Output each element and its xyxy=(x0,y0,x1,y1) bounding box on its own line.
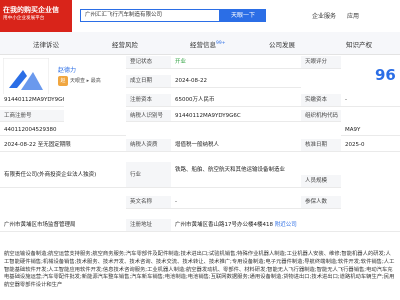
status-label: 登记状态 xyxy=(126,56,171,69)
nav-enterprise-service[interactable]: 企业服务 xyxy=(312,13,336,20)
brand-line1: 在我的购买企业信 xyxy=(3,6,59,14)
est-date-value: 2024-08-22 xyxy=(171,75,301,88)
staff-size-label: 人员规模 xyxy=(301,175,341,188)
reg-no-value: 440112004529380 xyxy=(0,124,126,136)
section-tabs: 法律诉讼 经营风险 经营信息99+ 公司发展 知识产权 xyxy=(0,32,400,55)
taxpayer-qual-value: 增值税一般纳税人 xyxy=(171,139,301,152)
org-code-label: 组织机构代码 xyxy=(301,110,341,122)
tab-label: 知识产权 xyxy=(346,41,372,49)
capital-label: 注册资本 xyxy=(126,94,171,107)
reg-no-label: 工商注册号 xyxy=(0,110,64,122)
org-code-value: MA9Y xyxy=(341,124,400,136)
approval-date-value: 2025-0 xyxy=(341,139,400,152)
nearby-companies-link[interactable]: 附近公司 xyxy=(275,222,297,228)
industry-value: 铁路、船舶、航空航天和其他运输设备制造业 xyxy=(171,162,301,188)
top-bar: 在我的购买企业信 用中小企业发展平台 广州汇汇飞行汽车制造有限公司 天眼一下 企… xyxy=(0,0,400,33)
paid-capital-value: - xyxy=(341,94,400,107)
brand-line2: 用中小企业发展平台 xyxy=(3,16,45,21)
taxpayer-qual-label: 纳税人资质 xyxy=(126,139,171,152)
score-label: 天眼评分 xyxy=(301,56,341,69)
search-input[interactable]: 广州汇汇飞行汽车制造有限公司 xyxy=(80,9,220,22)
search-button[interactable]: 天眼一下 xyxy=(220,9,266,22)
capital-value: 65000万人民币 xyxy=(171,94,301,107)
status-badge: 开业 xyxy=(171,56,301,69)
brand-logo[interactable]: 在我的购买企业信 用中小企业发展平台 xyxy=(0,0,72,32)
tab-label: 公司发展 xyxy=(269,41,295,49)
est-date-label: 成立日期 xyxy=(126,75,171,88)
legal-rep-name[interactable]: 赵德力 xyxy=(58,65,76,74)
tab-label: 经营风险 xyxy=(112,41,138,49)
tab-operation[interactable]: 经营信息99+ xyxy=(190,39,226,49)
rep-tag[interactable]: 天眼查 ▸ 最高 xyxy=(70,77,101,84)
avatar: 赵 xyxy=(58,76,68,86)
address-label: 注册地址 xyxy=(126,219,171,232)
insured-label: 参保人数 xyxy=(301,196,341,209)
address-value: 广州市黄埔区香山路17号办公楼4楼418 xyxy=(175,222,273,228)
english-name-value: - xyxy=(171,196,301,209)
score-value[interactable]: 96 xyxy=(375,66,396,84)
top-nav: 企业服务 应用 xyxy=(312,11,368,20)
tab-badge: 99+ xyxy=(216,40,226,46)
tab-risk[interactable]: 经营风险 xyxy=(112,39,138,49)
tab-ip[interactable]: 知识产权 xyxy=(346,39,372,49)
tab-label: 法律诉讼 xyxy=(33,41,59,49)
english-name-label: 英文名称 xyxy=(126,196,171,209)
tab-label: 经营信息 xyxy=(190,41,216,49)
address-row: 广州市黄埔区香山路17号办公楼4楼418 附近公司 xyxy=(171,219,400,232)
nav-apps[interactable]: 应用 xyxy=(347,13,359,20)
industry-label: 行业 xyxy=(126,162,171,188)
tab-development[interactable]: 公司发展 xyxy=(269,39,295,49)
tab-legal[interactable]: 法律诉讼 xyxy=(33,39,59,49)
business-scope-text: 航空运输设备制造;航空运营支持服务;航空商务服务;汽车零部件及配件制造;技术进出… xyxy=(0,248,400,300)
taxpayer-no-label: 纳税人识别号 xyxy=(126,110,171,122)
business-term-value: 2024-08-22 至无固定期限 xyxy=(0,139,126,152)
approval-date-label: 核准日期 xyxy=(301,139,341,152)
taxpayer-no-value: 91440112MA9YDY9G6C xyxy=(171,110,301,122)
authority-value: 广州市黄埔区市场监督管理局 xyxy=(0,219,126,232)
paid-capital-label: 实缴资本 xyxy=(301,94,341,107)
company-type-value: 有限责任公司(外商投资企业法人独资) xyxy=(0,162,126,188)
credit-code-value: 91440112MA9YDY9G6C xyxy=(0,94,64,107)
